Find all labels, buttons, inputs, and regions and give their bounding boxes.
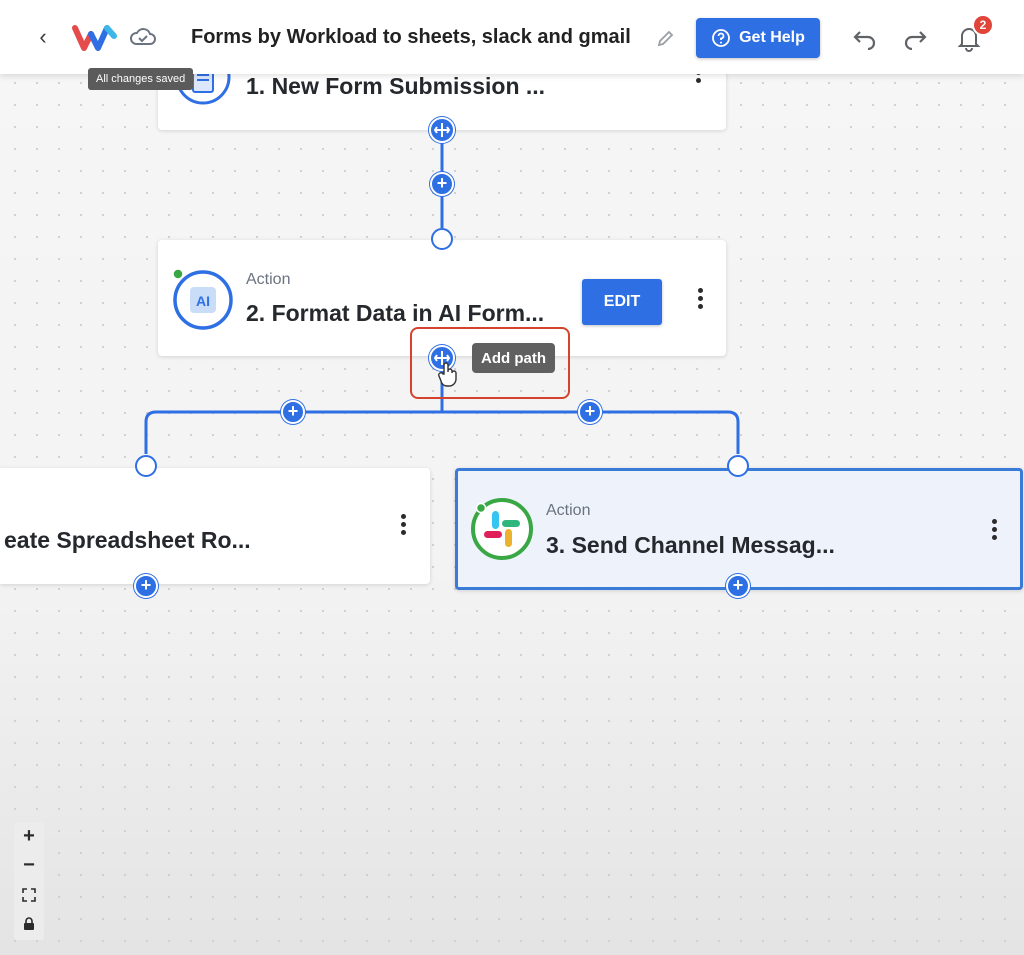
connection-point[interactable] (135, 455, 157, 477)
lock-icon[interactable] (14, 909, 44, 938)
split-path-icon (433, 123, 451, 137)
step-card-3[interactable]: Action 3. Send Channel Messag... (455, 468, 1023, 590)
more-options-icon[interactable] (698, 288, 704, 310)
pencil-icon[interactable] (656, 28, 676, 48)
hand-cursor-icon (438, 362, 457, 387)
zoom-in-button[interactable]: + (14, 822, 44, 851)
add-step-button[interactable]: + (726, 574, 750, 598)
top-bar: ‹ Forms by Workload to sheets, slack and… (0, 0, 1024, 74)
connection-point[interactable] (431, 228, 453, 250)
redo-icon[interactable] (902, 28, 930, 50)
fit-view-icon[interactable] (14, 880, 44, 909)
connection-point[interactable] (727, 455, 749, 477)
get-help-label: Get Help (739, 29, 805, 46)
chevron-left-icon[interactable]: ‹ (32, 26, 54, 50)
workload-logo-icon[interactable] (72, 22, 118, 54)
step-type-label: Action (246, 271, 291, 288)
step-title: 1. New Form Submission ... (246, 73, 546, 99)
get-help-button[interactable]: Get Help (696, 18, 820, 58)
edit-button[interactable]: EDIT (582, 279, 662, 325)
more-options-icon[interactable] (401, 514, 407, 536)
add-path-tooltip: Add path (472, 343, 555, 373)
workflow-title[interactable]: Forms by Workload to sheets, slack and g… (191, 26, 631, 49)
step-type-label: Action (546, 502, 591, 519)
add-step-button[interactable]: + (430, 172, 454, 196)
saved-tooltip: All changes saved (88, 68, 194, 90)
more-options-icon[interactable] (992, 519, 998, 541)
question-circle-icon (712, 29, 730, 47)
svg-text:AI: AI (196, 293, 210, 309)
step-card-spreadsheet[interactable]: eate Spreadsheet Ro... (0, 468, 430, 584)
cloud-saved-icon (130, 28, 156, 45)
add-step-button[interactable]: + (134, 574, 158, 598)
step-title: 2. Format Data in AI Form... (246, 300, 545, 326)
add-path-node-1[interactable] (429, 117, 455, 143)
step-title: eate Spreadsheet Ro... (4, 527, 251, 553)
add-step-button-right-branch[interactable]: + (578, 400, 602, 424)
ai-icon: AI (172, 268, 233, 330)
connector-branches (144, 410, 740, 454)
slack-icon (471, 498, 533, 560)
zoom-controls: + − (14, 822, 44, 940)
add-step-button-left-branch[interactable]: + (281, 400, 305, 424)
notification-badge: 2 (972, 14, 994, 36)
zoom-out-button[interactable]: − (14, 851, 44, 880)
undo-icon[interactable] (850, 28, 878, 50)
step-title: 3. Send Channel Messag... (546, 532, 835, 558)
